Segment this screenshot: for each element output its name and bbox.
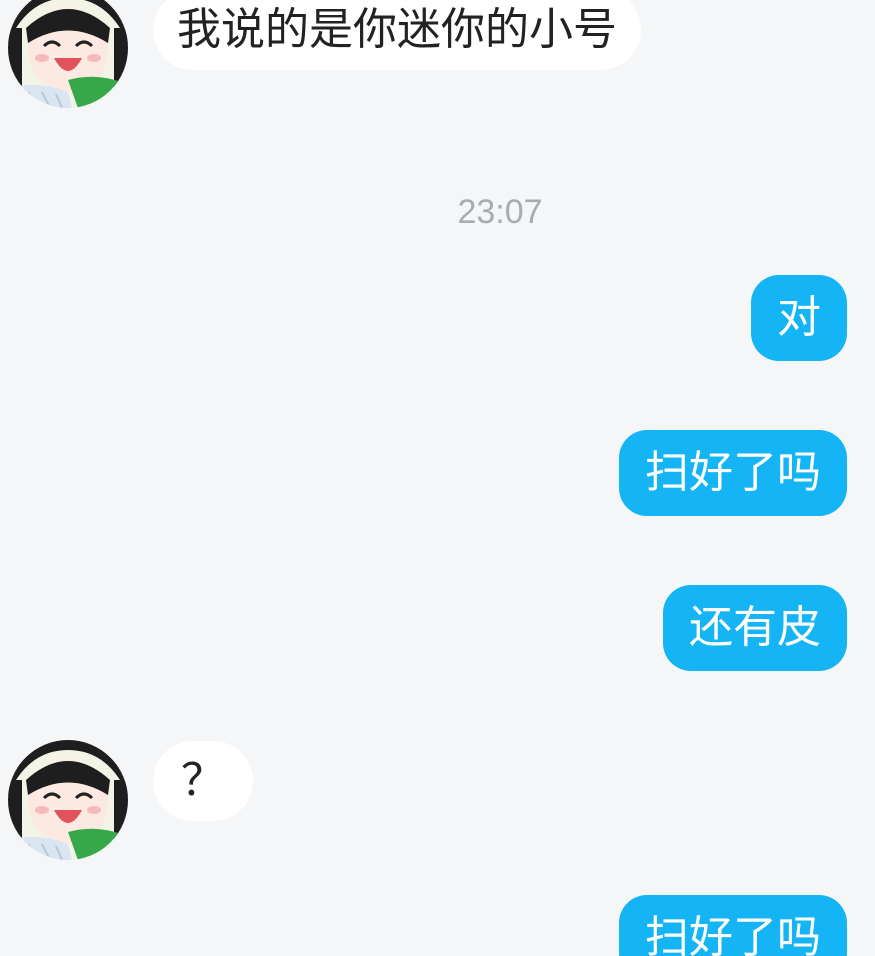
message-text: 还有皮 (689, 602, 821, 653)
message-bubble-outgoing[interactable]: 还有皮 (663, 585, 847, 671)
contact-avatar[interactable] (8, 740, 128, 860)
message-text: 对 (777, 292, 821, 343)
timestamp-text: 23:07 (457, 193, 543, 231)
message-bubble-incoming[interactable]: ？ (153, 741, 253, 821)
anime-girl-avatar-icon (8, 740, 128, 860)
message-bubble-outgoing[interactable]: 扫好了吗 (619, 430, 847, 516)
anime-girl-avatar-icon (8, 0, 128, 108)
message-text: ？ (181, 755, 225, 806)
message-bubble-outgoing[interactable]: 扫好了吗 (619, 895, 847, 956)
message-bubble-incoming[interactable]: 我说的是你迷你的小号 (153, 0, 641, 70)
message-text: 扫好了吗 (645, 912, 821, 956)
chat-message-list[interactable]: 我说的是你迷你的小号 23:07 对 扫好了吗 还有皮 ？ 扫好了吗 (0, 0, 875, 956)
message-text: 扫好了吗 (645, 447, 821, 498)
contact-avatar[interactable] (8, 0, 128, 108)
message-text: 我说的是你迷你的小号 (177, 4, 617, 55)
message-bubble-outgoing[interactable]: 对 (751, 275, 847, 361)
message-timestamp: 23:07 (0, 190, 875, 234)
